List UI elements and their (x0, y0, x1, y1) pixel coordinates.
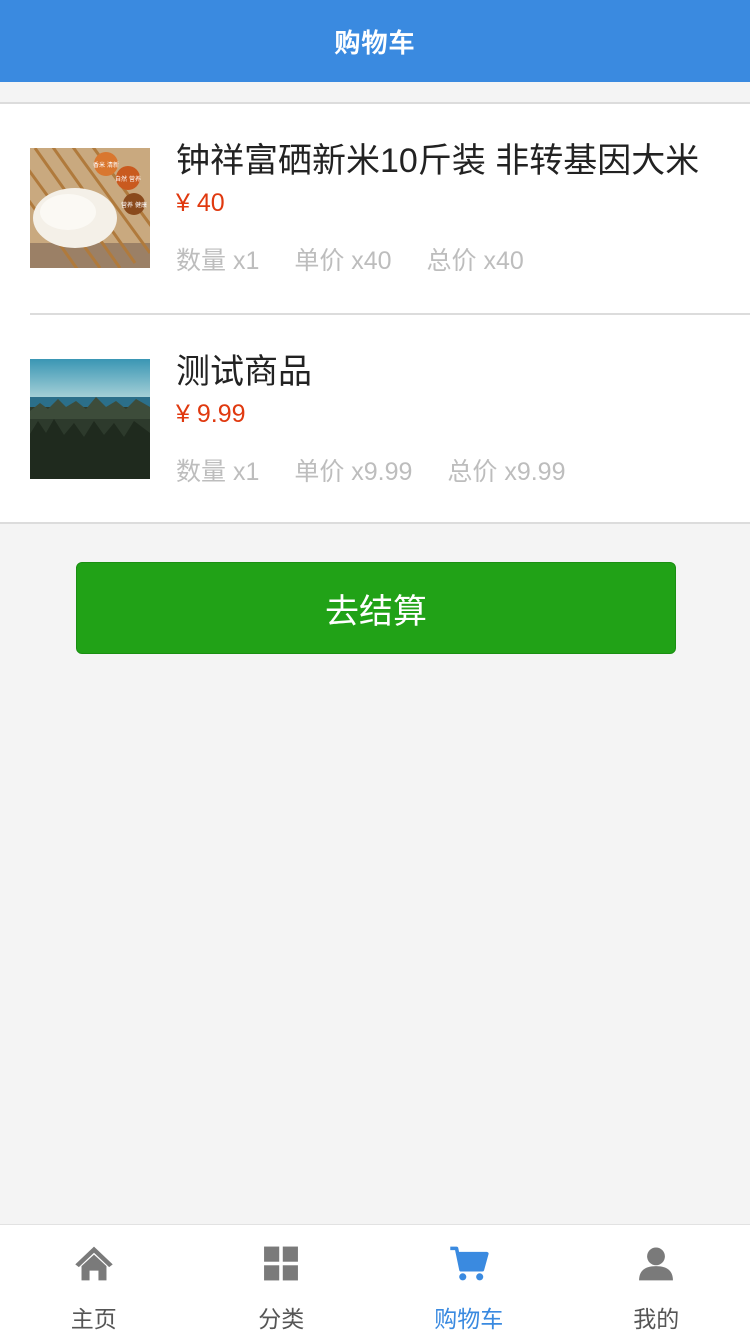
tab-category-label: 分类 (258, 1306, 305, 1332)
product-name[interactable]: 测试商品 (176, 349, 736, 395)
quantity-text: 数量 x1 (176, 247, 260, 275)
tab-home[interactable]: 主页 (0, 1225, 188, 1334)
home-icon (75, 1246, 113, 1281)
total-price-text: 总价 x40 (426, 247, 524, 275)
product-meta: 数量 x1 单价 x9.99 总价 x9.99 (176, 455, 593, 489)
unit-price-text: 单价 x9.99 (294, 458, 413, 486)
page-title: 购物车 (334, 27, 416, 58)
grid-icon (264, 1246, 299, 1281)
rice-image: 香米 清新 自然 营养 营养 健康 (30, 148, 150, 268)
rice-badge-1: 香米 清新 (93, 161, 119, 169)
page-header: 购物车 (0, 0, 750, 82)
quantity-text: 数量 x1 (176, 458, 260, 486)
user-icon (639, 1247, 674, 1281)
total-price-text: 总价 x9.99 (447, 458, 566, 486)
unit-price-text: 单价 x40 (294, 247, 392, 275)
tab-cart-label: 购物车 (434, 1306, 504, 1332)
tab-profile-label: 我的 (633, 1306, 680, 1332)
product-price: ¥ 40 (176, 189, 225, 217)
product-price: ¥ 9.99 (176, 400, 246, 428)
tab-home-label: 主页 (70, 1306, 117, 1332)
product-meta: 数量 x1 单价 x40 总价 x40 (176, 244, 552, 278)
rice-badge-3: 营养 健康 (121, 201, 147, 209)
rice-badge-2: 自然 营养 (115, 175, 141, 183)
tab-category[interactable]: 分类 (188, 1225, 376, 1334)
bottom-tab-bar: 主页 分类 购物车 我的 (0, 1224, 750, 1334)
tab-cart[interactable]: 购物车 (375, 1225, 563, 1334)
product-image-test[interactable] (30, 359, 150, 479)
product-name[interactable]: 钟祥富硒新米10斤装 非转基因大米 (176, 138, 736, 184)
checkout-button[interactable]: 去结算 (76, 562, 676, 654)
tab-profile[interactable]: 我的 (563, 1225, 750, 1334)
landscape-image (30, 359, 150, 479)
cart-item[interactable]: 香米 清新 自然 营养 营养 健康 钟祥富硒新米10斤装 非转基因大米 ¥ 40… (30, 104, 750, 313)
cart-item[interactable]: 测试商品 ¥ 9.99 数量 x1 单价 x9.99 总价 x9.99 (30, 313, 750, 522)
cart-icon (450, 1246, 489, 1281)
product-image-rice[interactable]: 香米 清新 自然 营养 营养 健康 (30, 148, 150, 268)
cart-list: 香米 清新 自然 营养 营养 健康 钟祥富硒新米10斤装 非转基因大米 ¥ 40… (0, 102, 750, 524)
